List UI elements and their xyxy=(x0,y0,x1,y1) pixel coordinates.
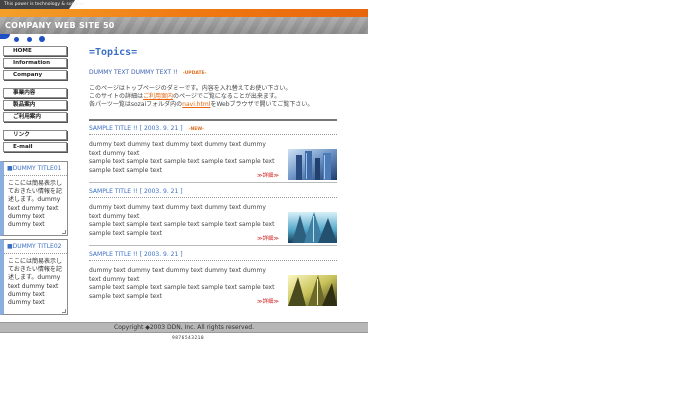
side-box-body: ここには簡易表示しておきたい情報を記述します。dummy text dummy … xyxy=(8,258,63,307)
details-link[interactable]: ≫詳細≫ xyxy=(257,297,279,305)
intro-line: このサイトの詳細はご利用案内のページでご覧になることが出来ます。 xyxy=(89,93,339,101)
article-line: sample text sample text sample text samp… xyxy=(89,158,275,174)
article-item: SAMPLE TITLE !! [ 2003. 9. 21 ] dummy te… xyxy=(89,187,337,246)
dot-shape xyxy=(27,37,32,42)
article-thumbnail-image[interactable] xyxy=(288,212,337,243)
article-divider xyxy=(89,182,337,183)
details-link[interactable]: ≫詳細≫ xyxy=(257,234,279,242)
side-box-1[interactable]: ■DUMMY TITLE01 ここには簡易表示しておきたい情報を記述します。du… xyxy=(0,161,68,236)
intro-line: 各パーツ一覧はsozaiフォルダ内のnavi.htmlをWebブラウザで開いてご… xyxy=(89,101,339,109)
navi-html-link[interactable]: navi.html xyxy=(182,101,210,108)
nav-products-button[interactable]: 製品案内 xyxy=(3,100,67,110)
decorative-dots xyxy=(0,34,70,44)
section-divider xyxy=(89,119,337,121)
resize-handle-icon[interactable] xyxy=(62,309,66,313)
article-dotted-rule xyxy=(89,260,337,261)
article-line: sample text sample text sample text samp… xyxy=(89,221,275,237)
article-title-text: SAMPLE TITLE !! [ 2003. 9. 21 ] xyxy=(89,125,183,132)
nav-information-button[interactable]: Information xyxy=(3,58,67,68)
nav-email-button[interactable]: E-mail xyxy=(3,142,67,152)
page: This power is technology & solution COMP… xyxy=(0,0,368,408)
page-heading: =Topics= xyxy=(89,47,138,58)
update-badge: -UPDATE- xyxy=(182,71,207,76)
article-line: dummy text dummy text dummy text dummy t… xyxy=(89,267,266,283)
orange-band xyxy=(0,9,368,17)
intro-text-part: のページでご覧になることが出来ます。 xyxy=(173,93,281,100)
footer-copyright: Copyright ◆2003 DDN, Inc. All rights res… xyxy=(0,322,368,333)
nav-guide-button[interactable]: ご利用案内 xyxy=(3,112,67,122)
nav-business-button[interactable]: 事業内容 xyxy=(3,88,67,98)
tagline-bar: This power is technology & solution xyxy=(0,0,368,9)
side-box-title: ■DUMMY TITLE02 xyxy=(4,240,67,254)
article-dotted-rule xyxy=(89,134,337,135)
dot-shape xyxy=(14,37,19,42)
side-box-2[interactable]: ■DUMMY TITLE02 ここには簡易表示しておきたい情報を記述します。du… xyxy=(0,239,68,315)
nav-group-contact: リンク E-mail xyxy=(3,130,67,154)
article-title[interactable]: SAMPLE TITLE !! [ 2003. 9. 21 ] -NEW- xyxy=(89,124,337,133)
intro-text-part: このサイトの詳細は xyxy=(89,93,144,100)
site-title-bar: COMPANY WEB SITE 50 xyxy=(0,17,368,34)
article-divider xyxy=(89,245,337,246)
article-thumbnail-image[interactable] xyxy=(288,149,337,180)
article-body: dummy text dummy text dummy text dummy t… xyxy=(89,141,279,175)
nav-home-button[interactable]: HOME xyxy=(3,46,67,56)
tagline: This power is technology & solution xyxy=(4,2,85,7)
details-link[interactable]: ≫詳細≫ xyxy=(257,171,279,179)
intro-line: このページはトップページのダミーです。内容を入れ替えてお使い下さい。 xyxy=(89,85,292,92)
side-box-title: ■DUMMY TITLE01 xyxy=(4,162,67,176)
nav-group-services: 事業内容 製品案内 ご利用案内 xyxy=(3,88,67,124)
article-title-text: SAMPLE TITLE !! [ 2003. 9. 21 ] xyxy=(89,251,183,258)
intro-text-part: をWebブラウザで開いてご覧下さい。 xyxy=(210,101,314,108)
article-item: SAMPLE TITLE !! [ 2003. 9. 21 ] dummy te… xyxy=(89,250,337,306)
side-box-title-text: DUMMY TITLE01 xyxy=(12,165,62,172)
article-title[interactable]: SAMPLE TITLE !! [ 2003. 9. 21 ] xyxy=(89,250,337,259)
guide-link[interactable]: ご利用案内 xyxy=(143,93,173,100)
article-title-text: SAMPLE TITLE !! [ 2003. 9. 21 ] xyxy=(89,188,183,195)
article-body: dummy text dummy text dummy text dummy t… xyxy=(89,204,279,238)
access-counter: 9876543210 xyxy=(172,336,205,341)
article-line: sample text sample text sample text samp… xyxy=(89,284,275,300)
intro-text-part: 各パーツ一覧はsozaiフォルダ内の xyxy=(89,101,183,108)
side-box-title-text: DUMMY TITLE02 xyxy=(12,243,62,250)
nav-company-button[interactable]: Company xyxy=(3,70,67,80)
intro-title-text: DUMMY TEXT DUMMY TEXT !! xyxy=(89,69,178,76)
dot-shape xyxy=(0,34,10,39)
article-item: SAMPLE TITLE !! [ 2003. 9. 21 ] -NEW- dum… xyxy=(89,124,337,183)
article-line: dummy text dummy text dummy text dummy t… xyxy=(89,204,266,220)
side-box-body: ここには簡易表示しておきたい情報を記述します。dummy text dummy … xyxy=(8,180,63,229)
new-badge: -NEW- xyxy=(188,127,204,132)
nav-links-button[interactable]: リンク xyxy=(3,130,67,140)
site-title: COMPANY WEB SITE 50 xyxy=(5,21,115,30)
article-thumbnail-image[interactable] xyxy=(288,275,337,306)
intro-paragraph: このページはトップページのダミーです。内容を入れ替えてお使い下さい。 このサイト… xyxy=(89,85,339,109)
article-line: dummy text dummy text dummy text dummy t… xyxy=(89,141,266,157)
resize-handle-icon[interactable] xyxy=(62,230,66,234)
article-dotted-rule xyxy=(89,197,337,198)
intro-title: DUMMY TEXT DUMMY TEXT !! -UPDATE- xyxy=(89,69,206,76)
dot-shape xyxy=(39,36,45,42)
article-title[interactable]: SAMPLE TITLE !! [ 2003. 9. 21 ] xyxy=(89,187,337,196)
nav-group-primary: HOME Information Company xyxy=(3,46,67,82)
article-body: dummy text dummy text dummy text dummy t… xyxy=(89,267,279,301)
